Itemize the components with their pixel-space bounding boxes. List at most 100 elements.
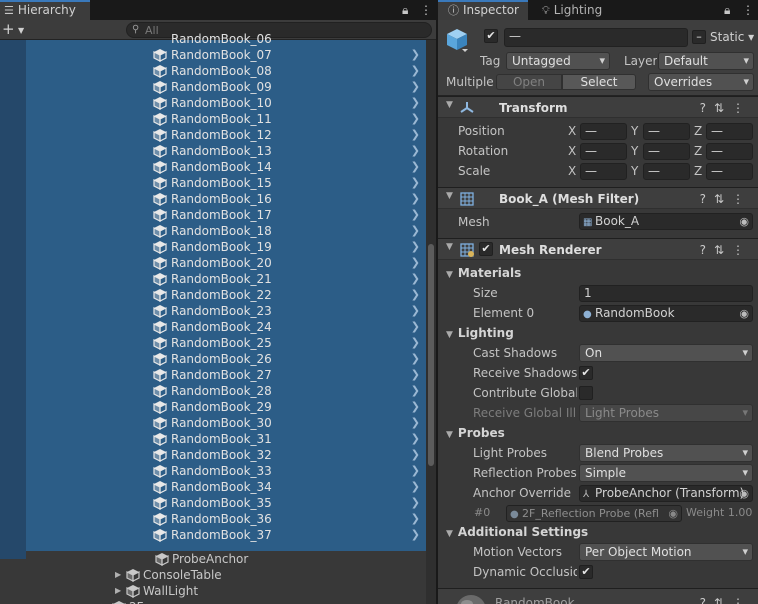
chevron-right-icon[interactable]: ❯ (411, 335, 420, 351)
component-menu-icon[interactable]: ⋮ (732, 596, 752, 604)
chevron-right-icon[interactable]: ❯ (411, 271, 420, 287)
chevron-right-icon[interactable]: ❯ (411, 287, 420, 303)
presets-icon[interactable]: ⇅ (714, 596, 732, 604)
chevron-right-icon[interactable]: ❯ (411, 63, 420, 79)
collapse-arrow-icon[interactable]: ▼ (446, 242, 453, 252)
tree-row[interactable]: RandomBook_33 ❯ (0, 463, 426, 479)
component-menu-icon[interactable]: ⋮ (732, 192, 752, 206)
tree-row[interactable]: RandomBook_21 ❯ (0, 271, 426, 287)
tree-row[interactable]: RandomBook_37 ❯ (0, 527, 426, 543)
create-dropdown-button[interactable]: + ▼ (2, 21, 28, 39)
mesh-filter-header[interactable]: ▼ Book_A (Mesh Filter) ?⇅⋮ (438, 187, 758, 209)
tree-row[interactable]: RandomBook_20 ❯ (0, 255, 426, 271)
scrollbar-thumb[interactable] (428, 244, 434, 466)
collapse-arrow-icon[interactable]: ▼ (446, 100, 453, 110)
chevron-right-icon[interactable]: ❯ (411, 191, 420, 207)
tab-lighting[interactable]: 💡︎ Lighting (538, 0, 618, 20)
expand-arrow-icon[interactable]: ▶ (115, 583, 121, 599)
tree-row[interactable]: RandomBook_26 ❯ (0, 351, 426, 367)
expand-arrow-icon[interactable]: ▶ (115, 567, 121, 583)
tree-row[interactable]: RandomBook_07 ❯ (0, 47, 426, 63)
element0-object-field[interactable]: ● RandomBook ◉ (579, 305, 753, 322)
chevron-right-icon[interactable]: ❯ (411, 143, 420, 159)
transform-y-field[interactable]: — (643, 163, 690, 180)
overrides-dropdown[interactable]: Overrides (648, 73, 754, 91)
presets-icon[interactable]: ⇅ (714, 192, 732, 206)
chevron-right-icon[interactable]: ❯ (411, 463, 420, 479)
transform-y-field[interactable]: — (643, 143, 690, 160)
chevron-right-icon[interactable]: ❯ (411, 479, 420, 495)
tree-row[interactable]: RandomBook_23 ❯ (0, 303, 426, 319)
chevron-right-icon[interactable]: ❯ (411, 207, 420, 223)
component-menu-icon[interactable]: ⋮ (732, 243, 752, 257)
tab-inspector[interactable]: ⓘ Inspector (438, 0, 528, 20)
lock-icon[interactable]: 🔒︎ (402, 0, 408, 20)
active-checkbox[interactable]: ✔ (484, 29, 498, 43)
chevron-right-icon[interactable]: ❯ (411, 127, 420, 143)
chevron-right-icon[interactable]: ❯ (411, 95, 420, 111)
more-menu-icon[interactable]: ⋮ (420, 0, 432, 20)
tree-row[interactable]: ▶ WallLight (0, 583, 426, 599)
tree-row[interactable]: RandomBook_27 ❯ (0, 367, 426, 383)
object-picker-icon[interactable]: ◉ (739, 306, 749, 321)
layer-dropdown[interactable]: Default (658, 52, 754, 70)
chevron-right-icon[interactable]: ❯ (411, 47, 420, 63)
presets-icon[interactable]: ⇅ (714, 101, 732, 115)
collapse-arrow-icon[interactable]: ▼ (446, 191, 453, 201)
more-menu-icon[interactable]: ⋮ (742, 0, 754, 20)
transform-z-field[interactable]: — (706, 123, 753, 140)
chevron-right-icon[interactable]: ❯ (411, 383, 420, 399)
tag-dropdown[interactable]: Untagged (506, 52, 610, 70)
transform-z-field[interactable]: — (706, 163, 753, 180)
help-icon[interactable]: ? (700, 243, 714, 257)
tree-row[interactable]: RandomBook_16 ❯ (0, 191, 426, 207)
gameobject-cube-icon[interactable] (445, 27, 469, 53)
chevron-right-icon[interactable]: ❯ (411, 319, 420, 335)
lighting-foldout[interactable]: ▼ Lighting (446, 324, 514, 342)
material-header[interactable]: RandomBook ?⇅⋮ (438, 588, 758, 604)
tree-row[interactable]: RandomBook_17 ❯ (0, 207, 426, 223)
tree-row[interactable]: RandomBook_24 ❯ (0, 319, 426, 335)
materials-foldout[interactable]: ▼ Materials (446, 264, 521, 282)
tree-row[interactable]: RandomBook_18 ❯ (0, 223, 426, 239)
tree-row[interactable]: ▶ ConsoleTable (0, 567, 426, 583)
component-tools[interactable]: ?⇅⋮ (700, 594, 752, 604)
chevron-right-icon[interactable]: ❯ (411, 431, 420, 447)
chevron-right-icon[interactable]: ❯ (411, 415, 420, 431)
tab-hierarchy[interactable]: ☰ Hierarchy (0, 0, 90, 20)
help-icon[interactable]: ? (700, 192, 714, 206)
tree-row[interactable]: RandomBook_32 ❯ (0, 447, 426, 463)
static-checkbox[interactable]: – (692, 30, 706, 44)
probes-foldout[interactable]: ▼ Probes (446, 424, 505, 442)
chevron-right-icon[interactable]: ❯ (411, 175, 420, 191)
help-icon[interactable]: ? (700, 101, 714, 115)
mesh-object-field[interactable]: ▦ Book_A ◉ (579, 213, 753, 230)
motion-vectors-dropdown[interactable]: Per Object Motion (579, 543, 753, 561)
cast-shadows-dropdown[interactable]: On (579, 344, 753, 362)
chevron-right-icon[interactable]: ❯ (411, 255, 420, 271)
additional-settings-foldout[interactable]: ▼ Additional Settings (446, 523, 588, 541)
help-icon[interactable]: ? (700, 596, 714, 604)
transform-header[interactable]: ▼ Transform ?⇅⋮ (438, 96, 758, 118)
tree-row[interactable]: RandomBook_28 ❯ (0, 383, 426, 399)
transform-x-field[interactable]: — (580, 143, 627, 160)
tree-row[interactable]: RandomBook_29 ❯ (0, 399, 426, 415)
lock-icon[interactable]: 🔒︎ (724, 0, 730, 20)
select-button[interactable]: Select (562, 74, 636, 90)
tree-row[interactable]: RandomBook_15 ❯ (0, 175, 426, 191)
transform-y-field[interactable]: — (643, 123, 690, 140)
size-field[interactable]: 1 (579, 285, 753, 302)
tree-row[interactable]: RandomBook_22 ❯ (0, 287, 426, 303)
component-tools[interactable]: ?⇅⋮ (700, 99, 752, 117)
chevron-right-icon[interactable]: ❯ (411, 399, 420, 415)
hierarchy-scrollbar[interactable] (426, 40, 436, 604)
transform-x-field[interactable]: — (580, 123, 627, 140)
anchor-override-field[interactable]: ⅄ ProbeAnchor (Transform) ◉ (579, 485, 753, 502)
contribute-gi-checkbox[interactable] (579, 386, 593, 400)
name-field[interactable]: — (504, 28, 688, 47)
reflection-probes-dropdown[interactable]: Simple (579, 464, 753, 482)
chevron-right-icon[interactable]: ❯ (411, 159, 420, 175)
tree-row[interactable]: RandomBook_12 ❯ (0, 127, 426, 143)
component-tools[interactable]: ?⇅⋮ (700, 190, 752, 208)
chevron-right-icon[interactable]: ❯ (411, 351, 420, 367)
